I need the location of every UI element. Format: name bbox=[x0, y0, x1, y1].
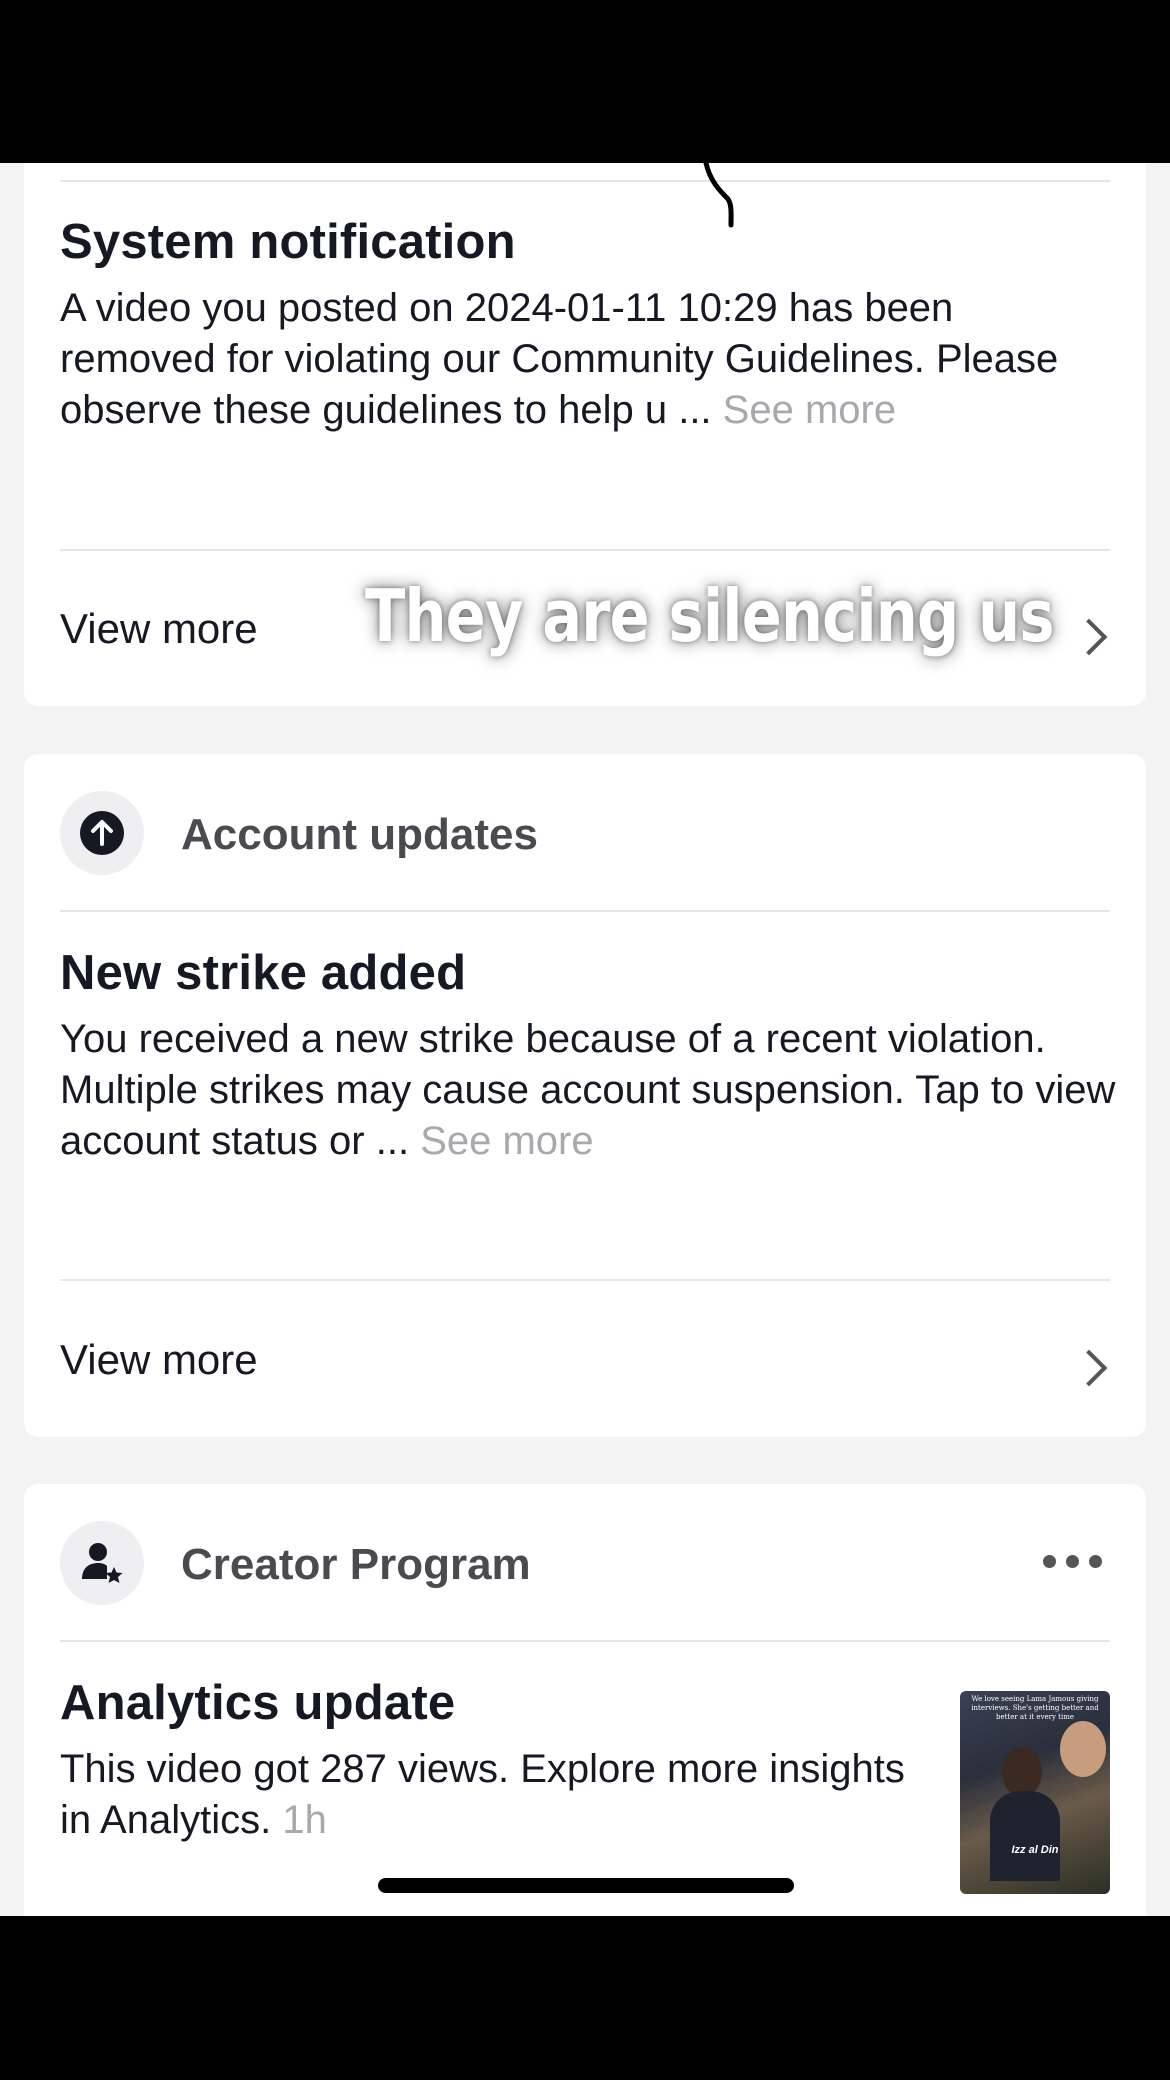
notification-title: System notification bbox=[60, 215, 516, 269]
see-more-link[interactable]: See more bbox=[723, 388, 896, 432]
section-icon-background bbox=[60, 791, 144, 875]
account-updates-card[interactable]: Account updates New strike added You rec… bbox=[24, 754, 1146, 1437]
arrow-up-circle-icon bbox=[80, 811, 124, 855]
divider bbox=[60, 910, 1110, 912]
chevron-right-icon bbox=[1070, 618, 1108, 656]
thumbnail-figure bbox=[1002, 1747, 1042, 1797]
section-name: Account updates bbox=[181, 810, 538, 859]
notification-body[interactable]: You received a new strike because of a r… bbox=[60, 1014, 1120, 1167]
drawn-stroke bbox=[703, 163, 734, 228]
view-more-button[interactable]: View more bbox=[60, 1336, 258, 1384]
view-more-button[interactable]: View more bbox=[60, 605, 258, 653]
notification-body-text: A video you posted on 2024-01-11 10:29 h… bbox=[60, 286, 1059, 432]
creator-program-card[interactable]: Creator Program Analytics update This vi… bbox=[24, 1484, 1146, 1916]
bottom-black-bar bbox=[0, 1916, 1170, 2080]
see-more-link[interactable]: See more bbox=[420, 1119, 593, 1163]
divider bbox=[60, 1640, 1110, 1642]
notification-title: New strike added bbox=[60, 946, 467, 1000]
divider bbox=[60, 180, 1110, 182]
top-black-bar bbox=[0, 0, 1170, 163]
timestamp: 1h bbox=[282, 1798, 327, 1842]
notification-body[interactable]: This video got 287 views. Explore more i… bbox=[60, 1744, 920, 1846]
video-thumbnail[interactable]: We love seeing Lama Jamous giving interv… bbox=[960, 1691, 1110, 1894]
overlay-caption: They are silencing us bbox=[365, 574, 1054, 658]
creator-star-icon bbox=[82, 1543, 123, 1583]
notification-body[interactable]: A video you posted on 2024-01-11 10:29 h… bbox=[60, 283, 1120, 436]
chevron-right-icon bbox=[1070, 1349, 1108, 1387]
notification-title: Analytics update bbox=[60, 1676, 456, 1730]
home-indicator[interactable] bbox=[378, 1878, 794, 1893]
thumbnail-figure bbox=[990, 1791, 1060, 1881]
divider bbox=[60, 1279, 1110, 1281]
thumbnail-figure bbox=[1060, 1721, 1106, 1777]
section-name: Creator Program bbox=[181, 1540, 531, 1589]
thumbnail-tag: Izz al Din bbox=[1011, 1844, 1059, 1856]
divider bbox=[60, 549, 1110, 551]
section-icon-background bbox=[60, 1521, 144, 1605]
notification-body-text: This video got 287 views. Explore more i… bbox=[60, 1747, 905, 1842]
more-options-icon[interactable] bbox=[1043, 1555, 1102, 1568]
notifications-list[interactable]: System notification A video you posted o… bbox=[0, 163, 1170, 1916]
thumbnail-caption: We love seeing Lama Jamous giving interv… bbox=[971, 1695, 1099, 1721]
